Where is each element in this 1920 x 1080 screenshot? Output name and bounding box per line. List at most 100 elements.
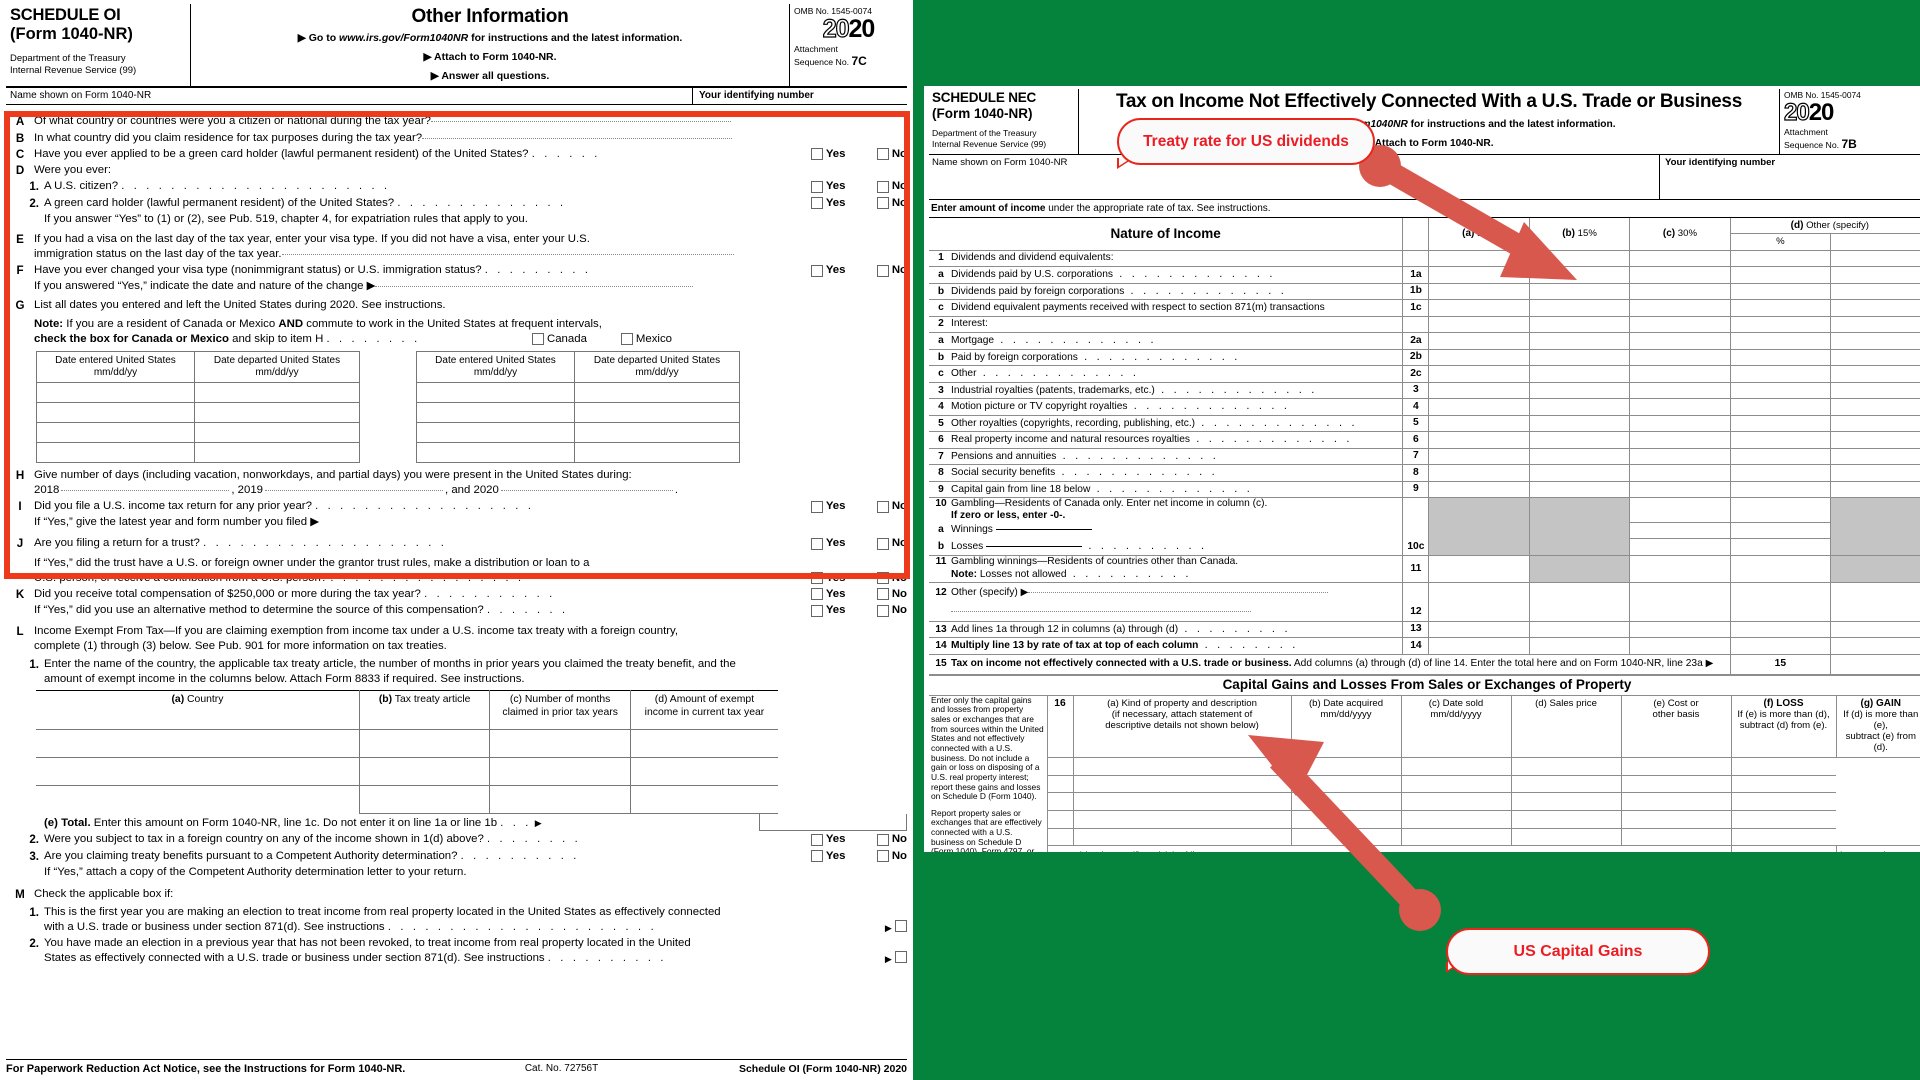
oi-item-a-input[interactable] — [430, 121, 731, 123]
table-row[interactable] — [416, 441, 740, 463]
table-row[interactable] — [416, 401, 740, 423]
table-row[interactable] — [36, 421, 360, 443]
oi-item-l-total-input[interactable] — [759, 814, 907, 832]
nec-amount-cell[interactable] — [1428, 365, 1530, 383]
nec-amount-cell[interactable] — [1830, 348, 1920, 367]
nec-amount-cell[interactable] — [1729, 365, 1832, 383]
checkbox-icon[interactable] — [620, 333, 633, 346]
nec-amount-cell[interactable] — [1528, 299, 1631, 317]
nec-amount-cell[interactable] — [1528, 249, 1631, 268]
nec-amount-cell[interactable] — [1629, 464, 1731, 482]
oi-item-m1-checkbox[interactable] — [895, 920, 907, 933]
nec-amount-cell[interactable] — [1830, 447, 1920, 466]
nec-amount-cell[interactable] — [1428, 282, 1530, 301]
oi-item-l2-no[interactable]: No — [876, 832, 907, 847]
oi-item-c-no[interactable]: No — [876, 147, 907, 162]
oi-item-k-yes[interactable]: Yes — [810, 587, 851, 602]
checkbox-icon[interactable] — [876, 588, 889, 601]
table-row[interactable] — [36, 441, 360, 463]
checkbox-icon[interactable] — [876, 500, 889, 513]
nec-amount-cell[interactable] — [1428, 464, 1530, 482]
nec-amount-cell[interactable] — [1528, 315, 1631, 334]
checkbox-icon[interactable] — [810, 850, 823, 863]
nec-amount-cell[interactable] — [1528, 266, 1631, 284]
nec-amount-cell[interactable] — [1629, 480, 1731, 499]
nec-amount-cell[interactable] — [1528, 464, 1631, 482]
nec-amount-cell[interactable] — [1528, 431, 1631, 449]
nec-amount-cell[interactable] — [1629, 381, 1731, 400]
nec-amount-cell[interactable] — [1729, 414, 1832, 433]
oi-item-l3-yes[interactable]: Yes — [810, 849, 851, 864]
checkbox-icon[interactable] — [876, 850, 889, 863]
table-row[interactable] — [36, 785, 778, 815]
nec-amount-cell[interactable] — [1528, 365, 1631, 383]
nec-col-d-pct-input[interactable] — [1830, 233, 1920, 251]
nec-line-10b-input[interactable] — [986, 546, 1083, 548]
oi-item-e-input[interactable] — [281, 254, 734, 256]
nec-line-12-input-2[interactable] — [951, 610, 1251, 612]
nec-amount-cell[interactable] — [1830, 398, 1920, 416]
checkbox-icon[interactable] — [532, 333, 544, 346]
oi-item-d1-yes[interactable]: Yes — [810, 179, 851, 194]
checkbox-icon[interactable] — [876, 572, 889, 585]
nec-amount-cell[interactable] — [1629, 315, 1731, 334]
nec-amount-cell[interactable] — [1830, 282, 1920, 301]
nec-amount-cell[interactable] — [1629, 447, 1731, 466]
nec-amount-cell[interactable] — [1629, 282, 1731, 301]
nec-amount-cell[interactable] — [1629, 365, 1731, 383]
nec-amount-cell[interactable] — [1830, 332, 1920, 350]
oi-item-b-input[interactable] — [422, 137, 733, 139]
nec-amount-cell[interactable] — [1830, 431, 1920, 449]
nec-amount-cell[interactable] — [1830, 464, 1920, 482]
nec-amount-cell[interactable] — [1729, 447, 1832, 466]
oi-item-c-yes[interactable]: Yes — [810, 147, 851, 162]
checkbox-icon[interactable] — [876, 264, 889, 277]
oi-item-g-mexico[interactable]: Mexico — [620, 332, 672, 347]
nec-line-12-input[interactable] — [1028, 591, 1329, 593]
nec-amount-cell[interactable] — [1629, 414, 1731, 433]
oi-item-m2-checkbox[interactable] — [895, 951, 907, 964]
nec-amount-cell[interactable] — [1830, 249, 1920, 268]
nec-amount-cell[interactable] — [1428, 480, 1530, 499]
checkbox-icon[interactable] — [810, 572, 823, 585]
nec-amount-cell[interactable] — [1428, 299, 1530, 317]
nec-amount-cell[interactable] — [1629, 348, 1731, 367]
nec-amount-cell[interactable] — [1830, 480, 1920, 499]
oi-item-l3-no[interactable]: No — [876, 849, 907, 864]
nec-amount-cell[interactable] — [1830, 381, 1920, 400]
cg-data-row[interactable] — [929, 757, 1920, 776]
nec-amount-cell[interactable] — [1729, 299, 1832, 317]
nec-amount-cell[interactable] — [1428, 249, 1530, 268]
checkbox-icon[interactable] — [876, 537, 889, 550]
checkbox-icon[interactable] — [810, 180, 823, 193]
checkbox-icon[interactable] — [810, 588, 823, 601]
nec-amount-cell[interactable] — [1629, 299, 1731, 317]
oi-item-h-2019-input[interactable] — [265, 489, 444, 491]
cg-data-row[interactable] — [929, 792, 1920, 812]
nec-amount-cell[interactable] — [1729, 332, 1832, 350]
nec-amount-cell[interactable] — [1428, 398, 1530, 416]
oi-item-d2-no[interactable]: No — [876, 196, 907, 211]
nec-line-10a-input[interactable] — [995, 529, 1092, 531]
oi-item-j-note-no[interactable]: No — [876, 571, 907, 586]
nec-amount-cell[interactable] — [1629, 431, 1731, 449]
nec-line-15-input[interactable] — [1830, 653, 1920, 675]
nec-amount-cell[interactable] — [1629, 332, 1731, 350]
nec-amount-cell[interactable] — [1729, 398, 1832, 416]
nec-amount-cell[interactable] — [1528, 332, 1631, 350]
nec-amount-cell[interactable] — [1729, 464, 1832, 482]
oi-item-l2-yes[interactable]: Yes — [810, 832, 851, 847]
oi-item-j-no[interactable]: No — [876, 536, 907, 551]
nec-line-17-input[interactable]: ( ) — [1835, 845, 1920, 852]
oi-item-i-yes[interactable]: Yes — [810, 499, 851, 514]
nec-amount-cell[interactable] — [1629, 249, 1731, 268]
nec-amount-cell[interactable] — [1428, 414, 1530, 433]
nec-amount-cell[interactable] — [1528, 348, 1631, 367]
nec-amount-cell[interactable] — [1830, 266, 1920, 284]
table-row[interactable] — [416, 421, 740, 443]
nec-amount-cell[interactable] — [1729, 480, 1832, 499]
nec-amount-cell[interactable] — [1729, 249, 1832, 268]
checkbox-icon[interactable] — [876, 148, 889, 161]
nec-amount-cell[interactable] — [1428, 431, 1530, 449]
checkbox-icon[interactable] — [810, 197, 823, 210]
